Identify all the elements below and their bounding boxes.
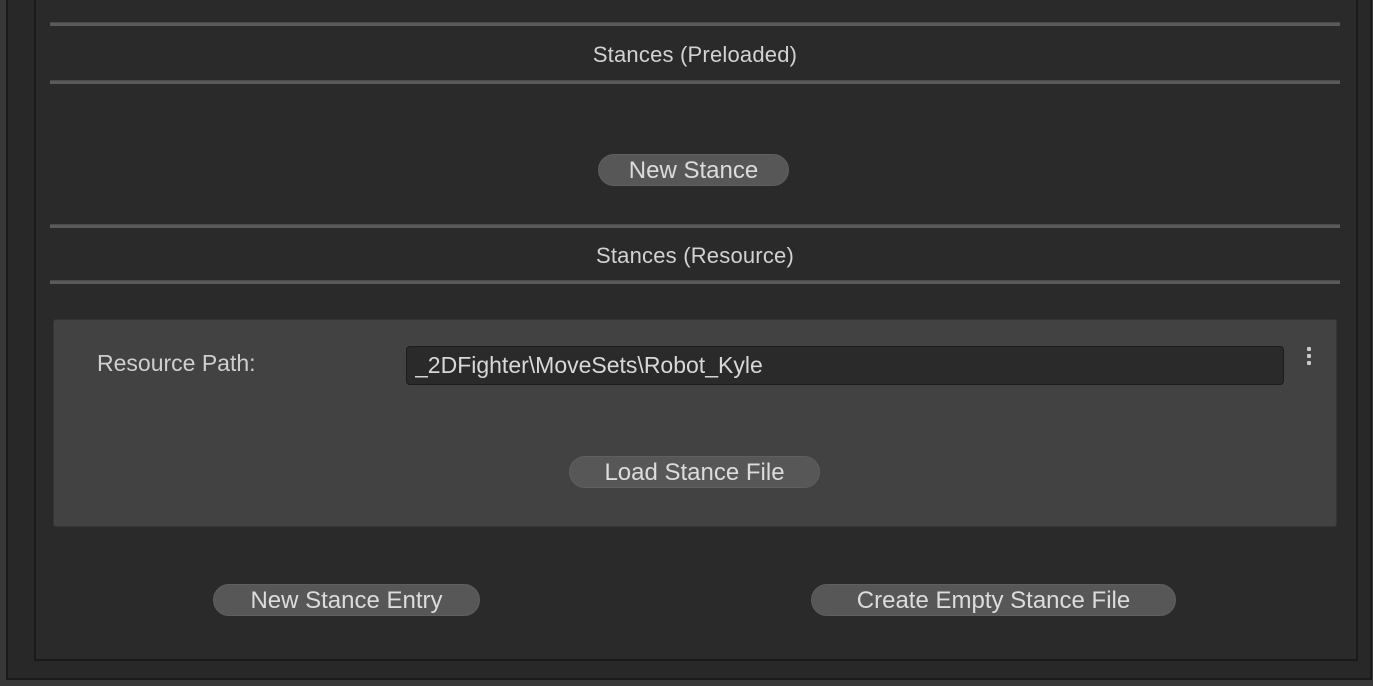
section-divider <box>50 280 1340 284</box>
kebab-menu-icon[interactable] <box>1302 344 1316 372</box>
section-divider <box>50 22 1340 26</box>
section-divider <box>50 224 1340 228</box>
resource-path-input[interactable] <box>406 346 1284 385</box>
new-stance-button[interactable]: New Stance <box>598 154 789 186</box>
resource-section-title: Stances (Resource) <box>595 243 794 268</box>
section-divider <box>50 80 1340 84</box>
inspector-window: Stances (Preloaded) New Stance Stances (… <box>0 0 1373 686</box>
new-stance-entry-button[interactable]: New Stance Entry <box>213 584 480 616</box>
preloaded-section-title: Stances (Preloaded) <box>592 42 798 67</box>
create-empty-stance-file-button[interactable]: Create Empty Stance File <box>811 584 1176 616</box>
load-stance-file-button[interactable]: Load Stance File <box>569 456 820 488</box>
resource-path-label: Resource Path: <box>97 350 256 376</box>
